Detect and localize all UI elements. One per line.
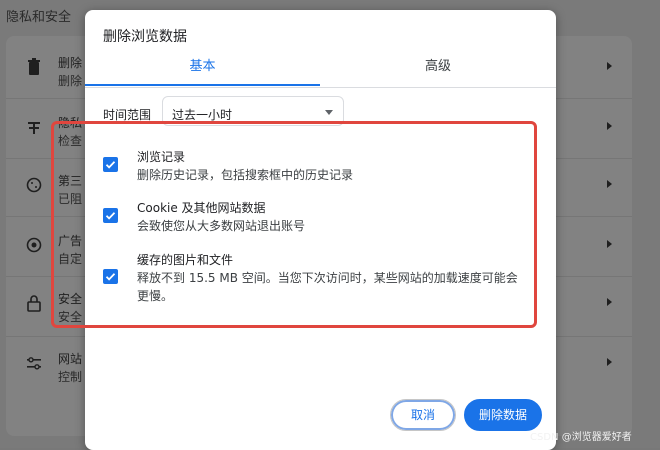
chevron-right-icon <box>607 240 612 248</box>
lock-icon <box>27 295 41 312</box>
checkmark-icon <box>105 212 116 220</box>
tab-basic[interactable]: 基本 <box>85 54 320 86</box>
settings-row-title: 安全 <box>58 292 83 306</box>
option-label: 缓存的图片和文件 <box>137 253 234 267</box>
settings-row-subtitle: 安全 <box>58 310 83 324</box>
trash-icon <box>28 58 40 75</box>
chevron-right-icon <box>607 122 612 130</box>
settings-row-subtitle: 已阻 <box>58 192 83 206</box>
settings-row-subtitle: 控制 <box>58 370 83 384</box>
settings-row-title: 网站 <box>58 352 83 366</box>
option-description: 会致使您从大多数网站退出账号 <box>137 219 306 233</box>
settings-row-title: 第三 <box>58 174 83 188</box>
active-tab-indicator <box>85 84 320 86</box>
cancel-button[interactable]: 取消 <box>390 399 456 431</box>
option-label: Cookie 及其他网站数据 <box>137 201 266 215</box>
settings-row-title: 隐私 <box>58 116 83 130</box>
settings-row-title: 广告 <box>58 234 83 248</box>
checkbox-cookies[interactable] <box>103 208 118 223</box>
tune-icon <box>27 357 41 370</box>
option-description: 删除历史记录，包括搜索框中的历史记录 <box>137 168 354 182</box>
settings-row-subtitle: 删除 <box>58 74 83 88</box>
tab-divider <box>85 87 556 88</box>
dropdown-caret-icon <box>325 110 333 115</box>
dialog-title: 删除浏览数据 <box>103 29 187 45</box>
watermark: CSDN @浏览器爱好者 <box>530 432 632 443</box>
checkbox-cached-images[interactable] <box>103 269 118 284</box>
option-label: 浏览记录 <box>137 150 186 164</box>
delete-data-button[interactable]: 删除数据 <box>464 399 542 431</box>
privacy-guide-icon <box>28 122 40 134</box>
clear-browsing-data-dialog: 删除浏览数据 基本 高级 时间范围 过去一小时 浏览记录 删除历史记录，包括搜索… <box>85 10 556 450</box>
time-range-label: 时间范围 <box>103 108 152 122</box>
time-range-select[interactable]: 过去一小时 <box>162 96 344 126</box>
checkmark-icon <box>105 161 116 169</box>
settings-row-subtitle: 检查 <box>58 134 83 148</box>
chevron-right-icon <box>607 180 612 188</box>
chevron-right-icon <box>607 298 612 306</box>
tab-advanced[interactable]: 高级 <box>320 54 556 86</box>
cookie-icon <box>26 177 42 193</box>
chevron-right-icon <box>607 358 612 366</box>
dialog-tabs: 基本 高级 <box>85 54 556 88</box>
ad-privacy-icon <box>26 237 42 253</box>
section-title: 隐私和安全 <box>6 10 72 25</box>
chevron-right-icon <box>607 62 612 70</box>
settings-row-title: 删除 <box>58 56 83 70</box>
checkbox-browsing-history[interactable] <box>103 157 118 172</box>
checkmark-icon <box>105 273 116 281</box>
settings-row-subtitle: 自定 <box>58 252 83 266</box>
option-description: 释放不到 15.5 MB 空间。当您下次访问时，某些网站的加载速度可能会更慢。 <box>137 271 518 303</box>
time-range-value: 过去一小时 <box>172 108 233 122</box>
